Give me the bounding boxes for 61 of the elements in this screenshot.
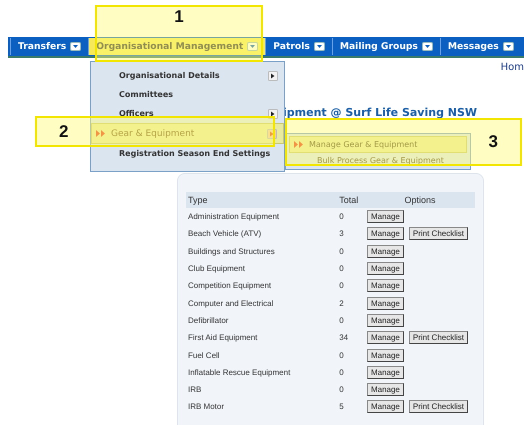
manage-button[interactable]: Manage xyxy=(366,400,404,414)
table-cell-text: 0 xyxy=(338,280,345,292)
table-cell-text: 0 xyxy=(338,350,345,362)
manage-button[interactable]: Manage xyxy=(366,331,404,344)
manage-button[interactable]: Manage xyxy=(366,210,404,224)
nav-menu-item[interactable]: Messages xyxy=(440,38,521,55)
table-cell-text: Fuel Cell xyxy=(187,350,221,362)
table-cell-text: 0 xyxy=(338,246,345,258)
manage-button[interactable]: Manage xyxy=(366,314,404,327)
nav-menu-item[interactable]: Mailing Groups xyxy=(332,38,440,55)
dropdown-arrow-icon[interactable] xyxy=(502,42,514,51)
print-checklist-button[interactable]: Print Checklist xyxy=(408,227,468,240)
page-heading: ipment @ Surf Life Saving NSW xyxy=(283,106,478,120)
table-cell-text: Inflatable Rescue Equipment xyxy=(187,366,292,379)
table-cell-text: Beach Vehicle (ATV) xyxy=(187,228,262,240)
table-cell-text: First Aid Equipment xyxy=(187,332,258,344)
table-cell-text: 0 xyxy=(338,314,345,327)
callout-number: 1 xyxy=(174,7,184,27)
table-cell-text: 3 xyxy=(338,228,345,240)
manage-button[interactable]: Manage xyxy=(366,383,404,396)
menu-item[interactable]: Registration Season End Settings xyxy=(91,144,284,163)
table-cell-text: Buildings and Structures xyxy=(187,246,276,258)
table-cell-text: Competition Equipment xyxy=(187,280,272,292)
table-cell-text: 0 xyxy=(338,263,345,276)
table-cell-text: Club Equipment xyxy=(187,263,246,276)
table-cell-text: 34 xyxy=(338,332,350,344)
manage-button[interactable]: Manage xyxy=(366,244,404,258)
table-cell-text: IRB Motor xyxy=(187,401,226,414)
print-checklist-button[interactable]: Print Checklist xyxy=(408,400,468,414)
table-cell-text: IRB xyxy=(187,384,202,396)
double-arrow-icon xyxy=(96,130,106,137)
table-cell-text: Defibrillator xyxy=(187,314,230,327)
table-cell-text: 2 xyxy=(338,298,345,310)
print-checklist-button[interactable]: Print Checklist xyxy=(408,331,468,344)
dropdown-arrow-icon[interactable] xyxy=(422,42,433,51)
manage-button[interactable]: Manage xyxy=(366,227,404,240)
dropdown-arrow-icon[interactable] xyxy=(314,42,325,51)
table-cell-text: 5 xyxy=(338,401,345,414)
nav-menu-item[interactable]: Patrols xyxy=(265,38,332,55)
menu-item[interactable]: Committees xyxy=(91,85,284,104)
column-header: Total xyxy=(337,192,365,208)
manage-button[interactable]: Manage xyxy=(366,366,404,379)
manage-button[interactable]: Manage xyxy=(366,262,404,276)
table-cell-text: 0 xyxy=(338,366,345,379)
menu-item[interactable]: Organisational Details xyxy=(91,66,284,85)
callout-number: 2 xyxy=(59,122,68,142)
manage-button[interactable]: Manage xyxy=(366,348,404,362)
dropdown-arrow-icon[interactable] xyxy=(247,42,258,51)
column-header: Options xyxy=(364,192,475,208)
callout-number: 3 xyxy=(488,132,498,152)
table-cell-text: Computer and Electrical xyxy=(187,298,274,310)
double-arrow-icon xyxy=(294,141,304,148)
table-cell-text: 0 xyxy=(338,384,345,396)
manage-button[interactable]: Manage xyxy=(366,296,404,310)
table-cell: Administration Equipment xyxy=(186,208,338,226)
home-link[interactable]: Hom xyxy=(500,62,524,76)
menu-item[interactable]: Officers xyxy=(91,104,284,123)
column-header: Type xyxy=(186,192,338,208)
table-cell: 0 xyxy=(337,208,365,226)
dropdown-arrow-icon[interactable] xyxy=(70,42,82,51)
manage-button[interactable]: Manage xyxy=(366,279,404,292)
